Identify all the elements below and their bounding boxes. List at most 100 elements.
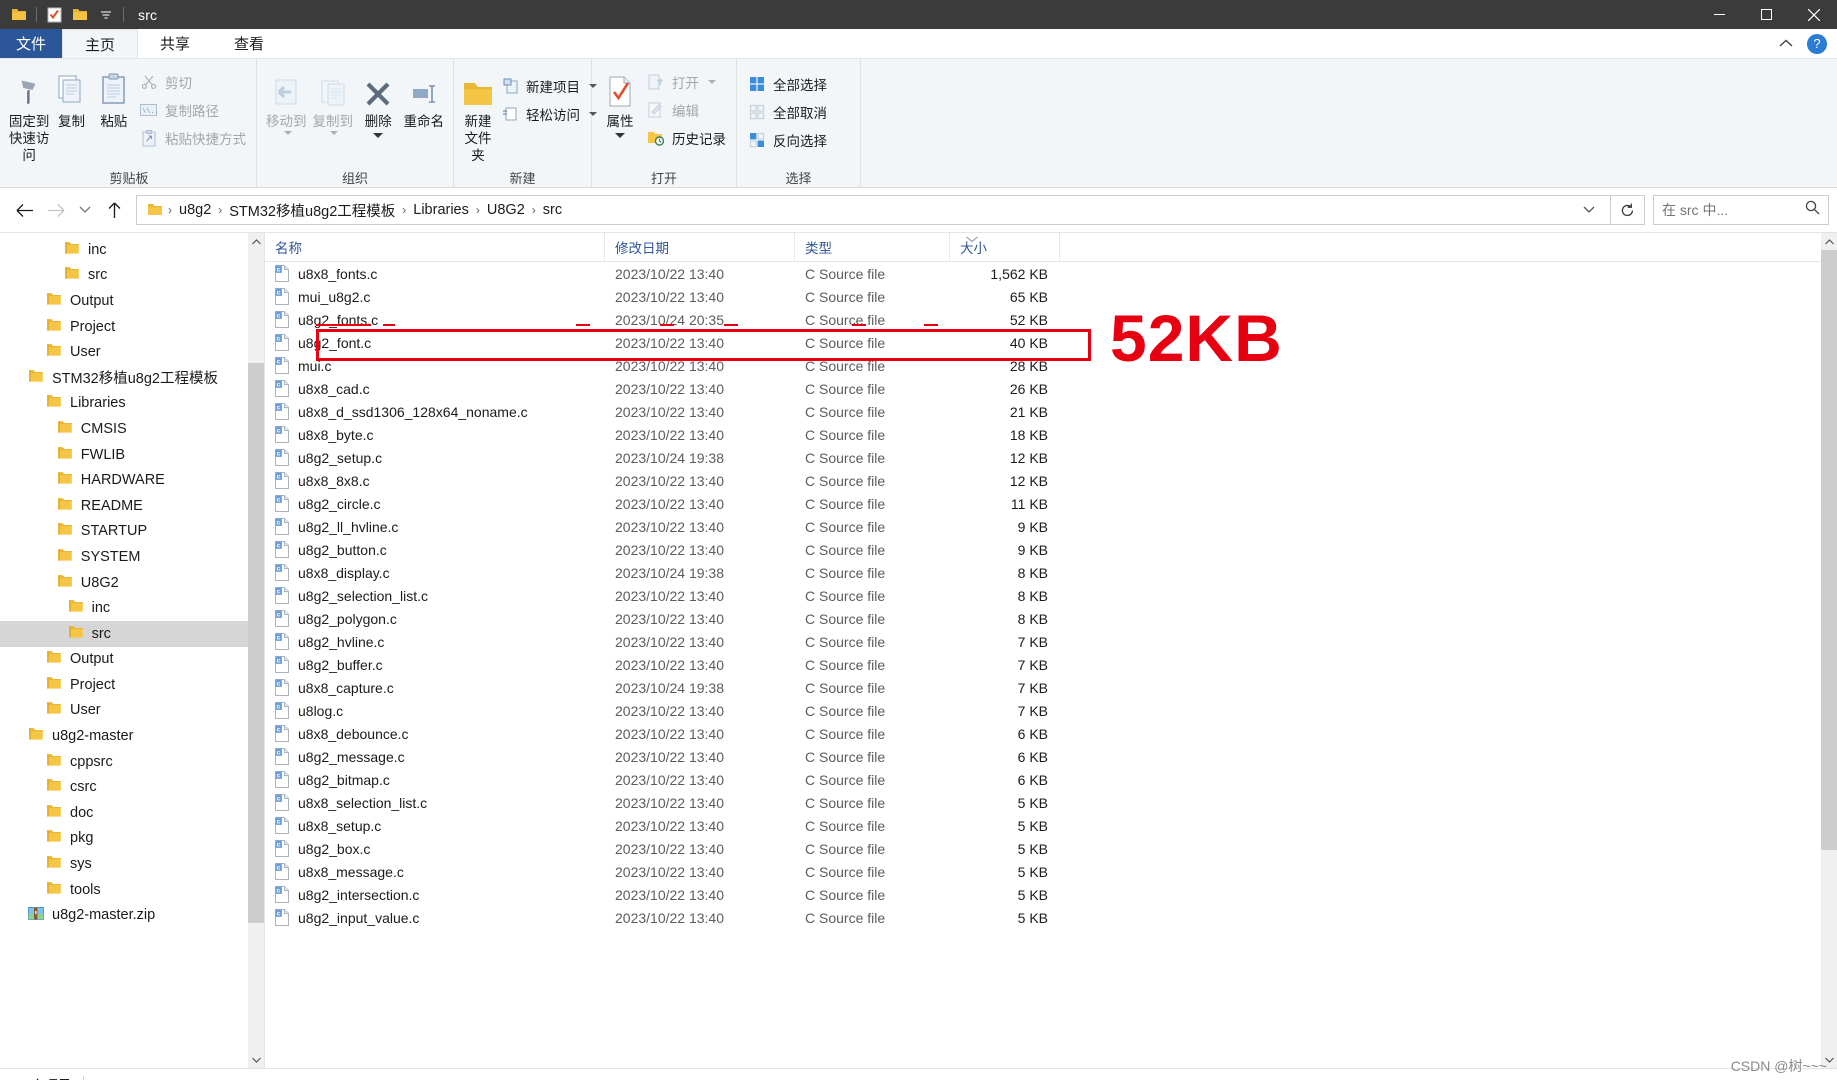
file-name-cell[interactable]: c u8x8_d_ssd1306_128x64_noname.c: [265, 403, 605, 420]
sidebar-item-csrc[interactable]: csrc: [0, 774, 264, 800]
invert-selection-button[interactable]: 反向选择: [743, 127, 831, 153]
sidebar-scroll-up-icon[interactable]: [248, 233, 264, 250]
breadcrumb-item-3[interactable]: U8G2: [483, 202, 529, 218]
breadcrumb-item-2[interactable]: Libraries: [409, 202, 473, 218]
file-name-cell[interactable]: c u8x8_display.c: [265, 564, 605, 581]
file-name-cell[interactable]: c u8g2_bitmap.c: [265, 771, 605, 788]
table-row[interactable]: c u8g2_box.c 2023/10/22 13:40 C Source file…: [265, 837, 1837, 860]
up-arrow-icon[interactable]: [98, 194, 130, 226]
paste-button[interactable]: 粘贴: [93, 65, 135, 131]
sidebar-item-stm32-u8g2-[interactable]: STM32移植u8g2工程模板: [0, 365, 264, 391]
file-name-cell[interactable]: c u8x8_debounce.c: [265, 725, 605, 742]
table-row[interactable]: c u8x8_fonts.c 2023/10/22 13:40 C Source fi…: [265, 262, 1837, 285]
pin-to-quick-access-button[interactable]: 固定到 快速访问: [8, 65, 50, 165]
table-row[interactable]: c u8log.c 2023/10/22 13:40 C Source file 7 K…: [265, 699, 1837, 722]
sidebar-item-src[interactable]: src: [0, 263, 264, 289]
new-item-button[interactable]: 新建项目: [496, 73, 601, 99]
file-name-cell[interactable]: c u8g2_selection_list.c: [265, 587, 605, 604]
table-row[interactable]: c u8x8_selection_list.c 2023/10/22 13:40 C …: [265, 791, 1837, 814]
table-row[interactable]: c u8g2_font.c 2023/10/22 13:40 C Source fil…: [265, 331, 1837, 354]
sidebar-item-inc[interactable]: inc: [0, 595, 264, 621]
sidebar-item-u8g2[interactable]: U8G2: [0, 570, 264, 596]
file-name-cell[interactable]: c u8g2_font.c: [265, 334, 605, 351]
breadcrumb-item-0[interactable]: u8g2: [175, 202, 215, 218]
table-row[interactable]: c u8g2_hvline.c 2023/10/22 13:40 C Source f…: [265, 630, 1837, 653]
table-row[interactable]: c mui.c 2023/10/22 13:40 C Source file 28 KB: [265, 354, 1837, 377]
table-row[interactable]: c u8x8_setup.c 2023/10/22 13:40 C Source fi…: [265, 814, 1837, 837]
close-icon[interactable]: [1790, 0, 1837, 29]
sidebar-item-tools[interactable]: tools: [0, 877, 264, 903]
file-name-cell[interactable]: c u8g2_circle.c: [265, 495, 605, 512]
file-name-cell[interactable]: c u8log.c: [265, 702, 605, 719]
table-row[interactable]: c u8x8_display.c 2023/10/24 19:38 C Source …: [265, 561, 1837, 584]
file-name-cell[interactable]: c u8x8_byte.c: [265, 426, 605, 443]
file-rows[interactable]: c u8x8_fonts.c 2023/10/22 13:40 C Source fi…: [265, 262, 1837, 929]
sidebar-item-u8g2-master[interactable]: u8g2-master: [0, 723, 264, 749]
sidebar-item-inc[interactable]: inc: [0, 237, 264, 263]
file-name-cell[interactable]: c u8g2_box.c: [265, 840, 605, 857]
column-header-date[interactable]: 修改日期: [605, 233, 795, 262]
sidebar-item-output[interactable]: Output: [0, 288, 264, 314]
table-row[interactable]: c u8g2_setup.c 2023/10/24 19:38 C Source fi…: [265, 446, 1837, 469]
file-name-cell[interactable]: c u8x8_selection_list.c: [265, 794, 605, 811]
breadcrumb-item-1[interactable]: STM32移植u8g2工程模板: [225, 200, 399, 221]
sidebar-item-user[interactable]: User: [0, 698, 264, 724]
column-header-type[interactable]: 类型: [795, 233, 950, 262]
maximize-icon[interactable]: [1743, 0, 1790, 29]
sidebar-scroll-thumb[interactable]: [248, 363, 264, 923]
sidebar-item-doc[interactable]: doc: [0, 800, 264, 826]
copy-button[interactable]: 复制: [50, 65, 92, 131]
select-none-button[interactable]: 全部取消: [743, 99, 831, 125]
table-row[interactable]: c u8g2_buffer.c 2023/10/22 13:40 C Source f…: [265, 653, 1837, 676]
sidebar-item-system[interactable]: SYSTEM: [0, 544, 264, 570]
address-dropdown-chevron-down-icon[interactable]: [1574, 206, 1604, 214]
file-list-pane[interactable]: 名称 修改日期 类型 大小 c u8x8_fonts.c 2023/10/22 13…: [265, 233, 1837, 1068]
sidebar-item-src[interactable]: src: [0, 620, 264, 647]
file-name-cell[interactable]: c u8g2_setup.c: [265, 449, 605, 466]
tab-file[interactable]: 文件: [0, 29, 62, 58]
file-name-cell[interactable]: c u8x8_setup.c: [265, 817, 605, 834]
table-row[interactable]: c u8g2_circle.c 2023/10/22 13:40 C Source f…: [265, 492, 1837, 515]
rename-button[interactable]: 重命名: [401, 65, 447, 131]
table-row[interactable]: c u8g2_ll_hvline.c 2023/10/22 13:40 C Sourc…: [265, 515, 1837, 538]
tab-home[interactable]: 主页: [62, 29, 139, 58]
sidebar-item-startup[interactable]: STARTUP: [0, 519, 264, 545]
sidebar-item-project[interactable]: Project: [0, 672, 264, 698]
search-input[interactable]: [1662, 202, 1805, 218]
table-row[interactable]: c u8x8_capture.c 2023/10/24 19:38 C Source …: [265, 676, 1837, 699]
delete-chevron-down-icon[interactable]: [373, 132, 384, 138]
help-icon[interactable]: ?: [1807, 33, 1827, 54]
delete-button[interactable]: 删除: [356, 65, 401, 138]
move-to-chevron-down-icon[interactable]: [283, 130, 292, 135]
sidebar-scroll-down-icon[interactable]: [248, 1051, 264, 1068]
sidebar-item-fwlib[interactable]: FWLIB: [0, 442, 264, 468]
sidebar-item-libraries[interactable]: Libraries: [0, 391, 264, 417]
history-button[interactable]: 历史记录: [642, 125, 730, 151]
table-row[interactable]: c mui_u8g2.c 2023/10/22 13:40 C Source file…: [265, 285, 1837, 308]
forward-arrow-icon[interactable]: [40, 194, 72, 226]
file-name-cell[interactable]: c u8g2_message.c: [265, 748, 605, 765]
folder-tree[interactable]: inc src Output Project User STM32移植u8g2工程模板 Li…: [0, 233, 264, 928]
file-name-cell[interactable]: c u8x8_capture.c: [265, 679, 605, 696]
open-button[interactable]: 打开: [642, 69, 730, 95]
open-chevron-down-icon[interactable]: [708, 80, 716, 84]
recent-locations-chevron-down-icon[interactable]: [72, 194, 98, 226]
navigation-pane[interactable]: inc src Output Project User STM32移植u8g2工程模板 Li…: [0, 233, 265, 1068]
table-row[interactable]: c u8g2_intersection.c 2023/10/22 13:40 C So…: [265, 883, 1837, 906]
sidebar-item-cmsis[interactable]: CMSIS: [0, 416, 264, 442]
search-box[interactable]: [1653, 195, 1829, 225]
edit-button[interactable]: 编辑: [642, 97, 730, 123]
file-scroll-thumb[interactable]: [1821, 250, 1837, 850]
copy-to-button[interactable]: 复制到: [309, 65, 355, 135]
tab-view[interactable]: 查看: [212, 29, 286, 58]
sidebar-item-cppsrc[interactable]: cppsrc: [0, 749, 264, 775]
table-row[interactable]: c u8x8_8x8.c 2023/10/22 13:40 C Source file…: [265, 469, 1837, 492]
table-row[interactable]: c u8g2_fonts.c 2023/10/24 20:35 C Source fi…: [265, 308, 1837, 331]
table-row[interactable]: c u8x8_byte.c 2023/10/22 13:40 C Source fil…: [265, 423, 1837, 446]
breadcrumb-root-folder-icon[interactable]: [143, 203, 165, 217]
tab-share[interactable]: 共享: [138, 29, 212, 58]
table-row[interactable]: c u8x8_debounce.c 2023/10/22 13:40 C Source…: [265, 722, 1837, 745]
file-name-cell[interactable]: c u8g2_ll_hvline.c: [265, 518, 605, 535]
copy-to-chevron-down-icon[interactable]: [330, 130, 339, 135]
file-list-scrollbar[interactable]: [1821, 233, 1837, 1068]
